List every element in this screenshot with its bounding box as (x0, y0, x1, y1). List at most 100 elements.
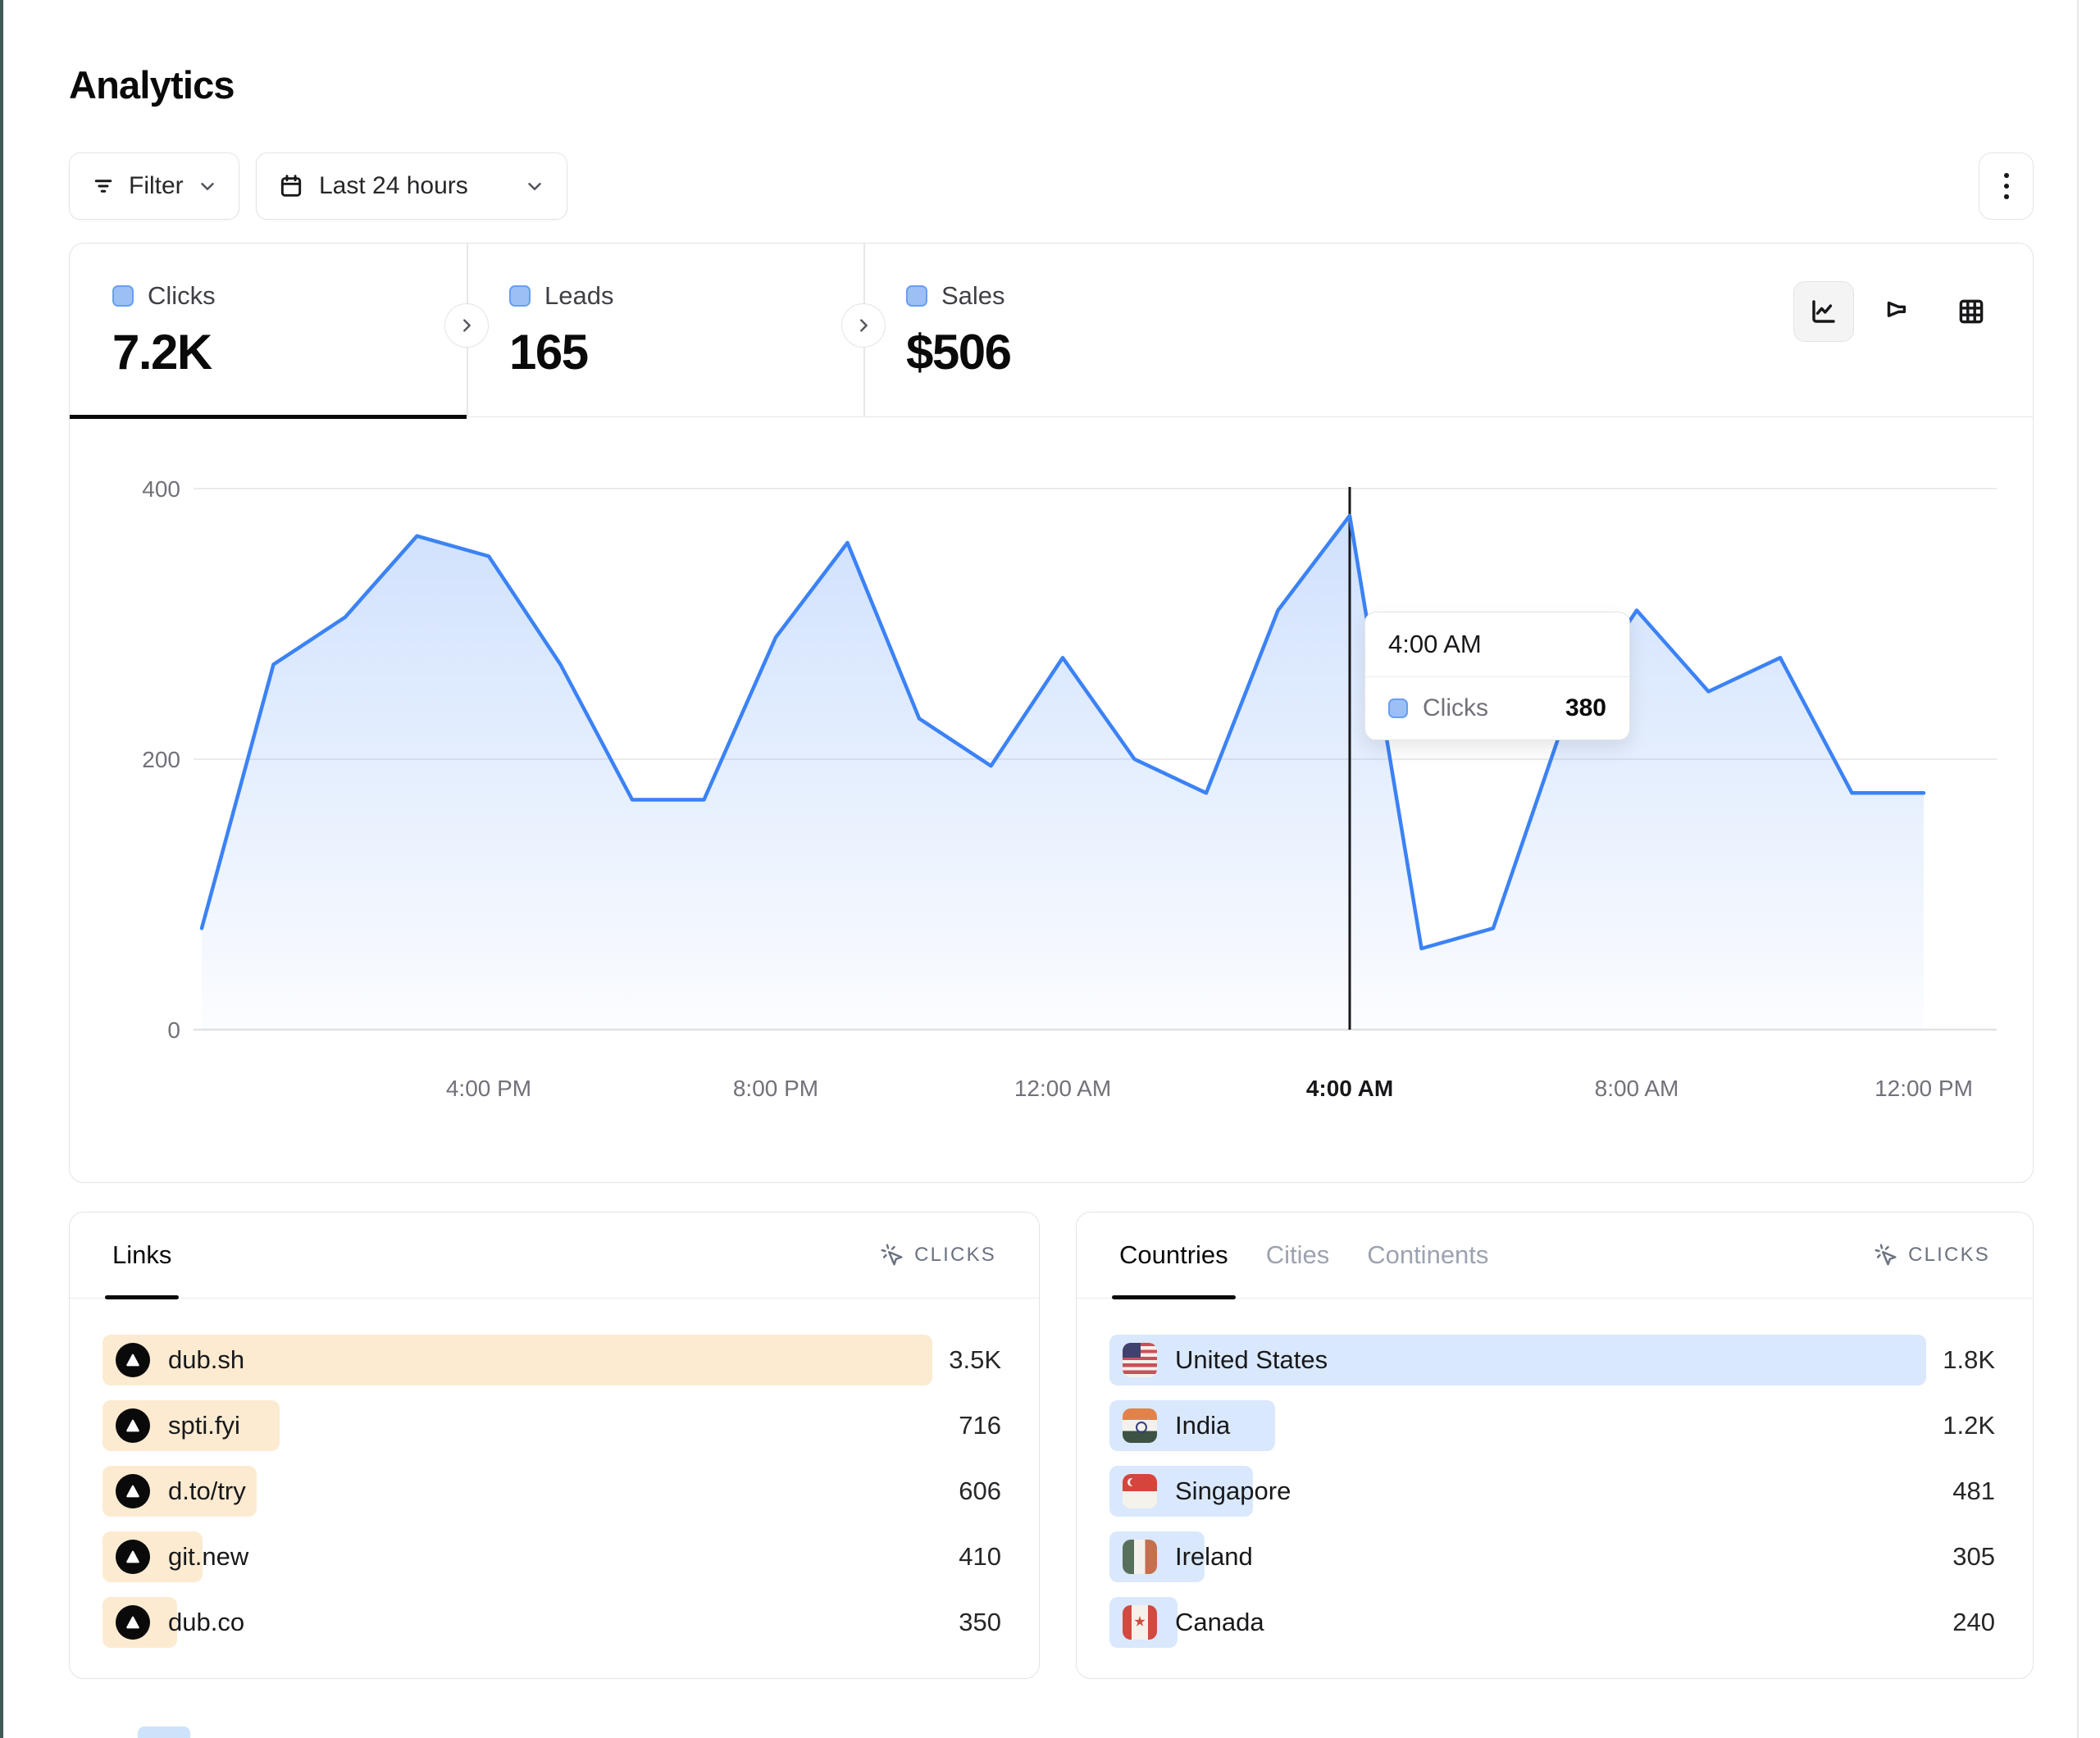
clicks-legend-square (112, 285, 134, 307)
link-row[interactable]: d.to/try 606 (70, 1466, 1039, 1517)
leads-legend-square (509, 285, 531, 307)
country-row[interactable]: India 1.2K (1077, 1400, 2033, 1451)
scroll-track-line (2077, 0, 2079, 1738)
dub-logo-icon (116, 1408, 150, 1443)
stat-label: Sales (941, 281, 1005, 311)
filter-button[interactable]: Filter (69, 152, 239, 220)
link-row[interactable]: spti.fyi 716 (70, 1400, 1039, 1451)
chart-type-switcher (1793, 281, 2002, 342)
funnel-chart-icon (1883, 297, 1912, 326)
row-label: dub.sh (168, 1345, 244, 1375)
links-panel-header: Links CLICKS (70, 1213, 1039, 1299)
chart-tooltip: 4:00 AM Clicks 380 (1364, 612, 1630, 740)
in-flag-icon (1123, 1408, 1157, 1443)
row-label: India (1175, 1411, 1230, 1440)
cursor-click-icon (1874, 1243, 1898, 1267)
row-value: 606 (959, 1476, 1001, 1506)
more-menu-button[interactable] (1979, 152, 2034, 220)
tab-countries[interactable]: Countries (1119, 1213, 1228, 1298)
row-value: 1.2K (1943, 1411, 1995, 1440)
svg-text:8:00 AM: 8:00 AM (1595, 1076, 1679, 1101)
expand-sales-button[interactable] (841, 303, 886, 348)
tab-cities-label: Cities (1266, 1240, 1330, 1270)
svg-text:400: 400 (142, 476, 180, 502)
window-edge-strip (0, 0, 3, 1738)
tooltip-series-label: Clicks (1423, 694, 1488, 722)
filter-button-label: Filter (129, 172, 184, 200)
row-label: spti.fyi (168, 1411, 240, 1440)
country-row[interactable]: United States 1.8K (1077, 1335, 2033, 1385)
row-value: 716 (959, 1411, 1001, 1440)
links-list: dub.sh 3.5K spti.fyi 716 d.to/try 606 gi… (70, 1299, 1039, 1648)
countries-panel: Countries Cities Continents CLICKS Unite… (1076, 1212, 2034, 1679)
metric-selector[interactable]: CLICKS (880, 1243, 996, 1267)
tab-continents-label: Continents (1367, 1240, 1488, 1270)
dub-logo-icon (116, 1343, 150, 1377)
svg-text:0: 0 (167, 1017, 180, 1043)
row-label: d.to/try (168, 1476, 246, 1506)
filter-lines-icon (91, 174, 116, 198)
leads-value: 165 (509, 324, 863, 380)
link-row[interactable]: git.new 410 (70, 1531, 1039, 1582)
row-value: 240 (1952, 1608, 1995, 1637)
metric-label: CLICKS (1908, 1244, 1990, 1267)
dub-logo-icon (116, 1474, 150, 1508)
tab-continents[interactable]: Continents (1367, 1213, 1488, 1298)
tab-leads[interactable]: Leads 165 (467, 243, 863, 417)
clicks-timeseries-chart[interactable]: 02004004:00 PM8:00 PM12:00 AM4:00 AM8:00… (70, 417, 2034, 1182)
svg-text:4:00 AM: 4:00 AM (1306, 1076, 1393, 1101)
tab-clicks[interactable]: Clicks 7.2K (70, 243, 467, 417)
ca-flag-icon (1123, 1605, 1157, 1640)
tab-sales[interactable]: Sales $506 (863, 243, 1260, 417)
chevron-down-icon (197, 175, 218, 197)
chevron-right-icon (854, 316, 872, 334)
chevron-right-icon (458, 316, 476, 334)
link-row[interactable]: dub.sh 3.5K (70, 1335, 1039, 1385)
date-range-label: Last 24 hours (319, 172, 509, 200)
svg-text:12:00 AM: 12:00 AM (1014, 1076, 1111, 1101)
us-flag-icon (1123, 1343, 1157, 1377)
row-value: 481 (1952, 1476, 1995, 1506)
row-label: Canada (1175, 1608, 1264, 1637)
country-row[interactable]: Singapore 481 (1077, 1466, 2033, 1517)
tooltip-legend-square (1388, 698, 1408, 718)
tab-links-label: Links (112, 1240, 171, 1270)
clicks-value: 7.2K (112, 324, 467, 380)
row-label: Singapore (1175, 1476, 1291, 1506)
date-range-button[interactable]: Last 24 hours (256, 152, 567, 220)
kebab-menu-icon (1994, 170, 2019, 202)
cutoff-element (138, 1727, 190, 1738)
svg-text:200: 200 (142, 747, 180, 772)
row-value: 350 (959, 1608, 1001, 1637)
row-icon (116, 1474, 150, 1508)
metric-selector[interactable]: CLICKS (1874, 1243, 1990, 1267)
expand-leads-button[interactable] (444, 303, 489, 348)
row-label: git.new (168, 1542, 248, 1572)
country-row[interactable]: Canada 240 (1077, 1597, 2033, 1648)
country-row[interactable]: Ireland 305 (1077, 1531, 2033, 1582)
row-label: dub.co (168, 1608, 244, 1637)
cursor-click-icon (880, 1243, 904, 1267)
sales-value: $506 (906, 324, 1260, 380)
analytics-page: Analytics Filter Last 24 hours Clicks 7.… (0, 0, 2100, 1738)
calendar-icon (278, 173, 304, 199)
svg-text:12:00 PM: 12:00 PM (1875, 1076, 1973, 1101)
link-row[interactable]: dub.co 350 (70, 1597, 1039, 1648)
table-view-button[interactable] (1941, 281, 2002, 342)
stats-row: Clicks 7.2K Leads 165 Sales $506 (70, 243, 2033, 417)
tooltip-time: 4:00 AM (1365, 612, 1629, 677)
metric-label: CLICKS (914, 1244, 996, 1267)
line-chart-view-button[interactable] (1793, 281, 1854, 342)
row-icon (116, 1343, 150, 1377)
chevron-down-icon (524, 175, 545, 197)
row-icon (116, 1540, 150, 1574)
area-chart-canvas[interactable]: 02004004:00 PM8:00 PM12:00 AM4:00 AM8:00… (70, 417, 2034, 1182)
stat-label: Leads (544, 281, 613, 311)
links-panel: Links CLICKS dub.sh 3.5K spti.fyi 716 d.… (69, 1212, 1040, 1679)
row-value: 1.8K (1943, 1345, 1995, 1375)
tab-cities[interactable]: Cities (1266, 1213, 1330, 1298)
line-chart-icon (1809, 297, 1838, 326)
countries-panel-header: Countries Cities Continents CLICKS (1077, 1213, 2033, 1299)
tab-links[interactable]: Links (112, 1213, 171, 1298)
funnel-view-button[interactable] (1867, 281, 1928, 342)
